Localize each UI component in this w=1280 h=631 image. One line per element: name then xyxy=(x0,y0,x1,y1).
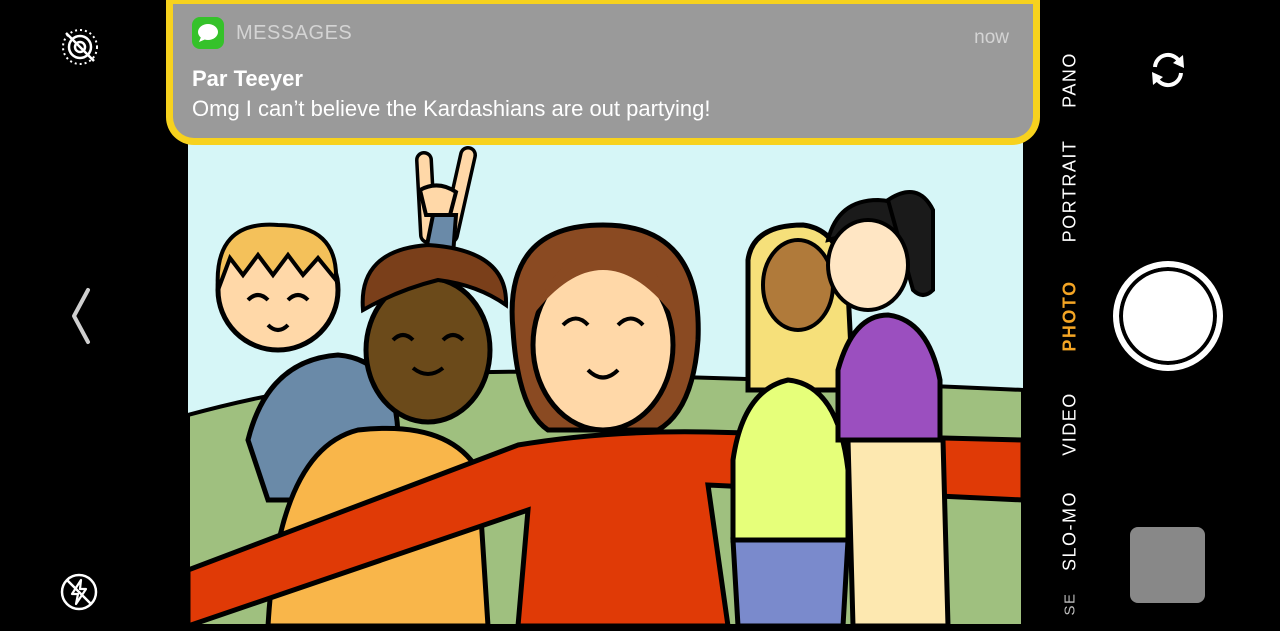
mode-video[interactable]: VIDEO xyxy=(1060,392,1081,456)
mode-se[interactable]: SE xyxy=(1062,592,1079,615)
mode-slo-mo[interactable]: SLO-MO xyxy=(1060,491,1081,571)
notification-sender: Par Teeyer xyxy=(192,66,303,91)
flash-off-icon[interactable] xyxy=(57,570,101,614)
camera-mode-selector: PANO PORTRAIT PHOTO VIDEO SLO-MO SE xyxy=(1040,0,1100,631)
right-controls xyxy=(1100,0,1280,631)
notification-app-row: MESSAGES xyxy=(192,17,352,49)
notification-message: Omg I can’t believe the Kardashians are … xyxy=(192,96,711,121)
shutter-button[interactable] xyxy=(1113,261,1223,371)
camera-viewfinder xyxy=(188,140,1023,626)
flip-camera-icon[interactable] xyxy=(1145,47,1191,93)
notification-app-name: MESSAGES xyxy=(236,21,353,44)
mode-portrait[interactable]: PORTRAIT xyxy=(1060,140,1081,243)
last-photo-thumbnail[interactable] xyxy=(1130,527,1205,603)
mode-pano[interactable]: PANO xyxy=(1060,52,1081,108)
notification-time: now xyxy=(974,27,1009,48)
message-notification[interactable]: MESSAGES now Par Teeyer Omg I can’t beli… xyxy=(166,0,1040,145)
left-controls xyxy=(0,0,165,631)
mode-photo[interactable]: PHOTO xyxy=(1060,280,1081,351)
cartoon-scene xyxy=(188,146,1023,626)
chevron-left-icon[interactable] xyxy=(62,285,98,347)
live-photo-off-icon[interactable] xyxy=(58,25,102,69)
messages-app-icon xyxy=(192,17,224,49)
